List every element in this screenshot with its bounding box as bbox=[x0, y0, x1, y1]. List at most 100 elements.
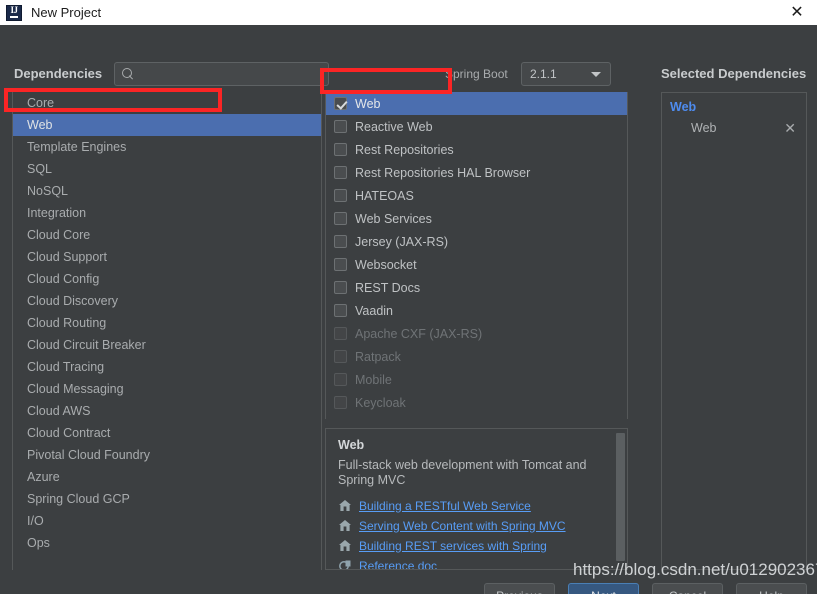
dialog-body: Dependencies Spring Boot 2.1.1 Selected … bbox=[0, 25, 817, 594]
selected-dependency-row: Web ✕ bbox=[662, 117, 806, 139]
dependency-item[interactable]: Websocket bbox=[326, 253, 627, 276]
dependency-item[interactable]: Rest Repositories bbox=[326, 138, 627, 161]
dependency-label: Keycloak bbox=[355, 395, 406, 410]
next-button[interactable]: Next bbox=[568, 583, 639, 594]
description-text: Full-stack web development with Tomcat a… bbox=[338, 458, 587, 487]
dependency-checkbox[interactable] bbox=[334, 143, 347, 156]
category-item[interactable]: Cloud Routing bbox=[13, 312, 321, 334]
dependency-label: Rest Repositories bbox=[355, 142, 454, 157]
dependency-label: HATEOAS bbox=[355, 188, 414, 203]
dependency-checkbox[interactable] bbox=[334, 189, 347, 202]
description-link-row: Serving Web Content with Spring MVC bbox=[338, 518, 615, 533]
help-button[interactable]: Help bbox=[736, 583, 807, 594]
dependency-item[interactable]: Web Services bbox=[326, 207, 627, 230]
category-item[interactable]: Cloud Contract bbox=[13, 422, 321, 444]
category-item[interactable]: Template Engines bbox=[13, 136, 321, 158]
dependency-label: Rest Repositories HAL Browser bbox=[355, 165, 531, 180]
dependency-label: Apache CXF (JAX-RS) bbox=[355, 326, 483, 341]
description-title: Web bbox=[338, 438, 365, 452]
category-item[interactable]: NoSQL bbox=[13, 180, 321, 202]
dependency-item: Keycloak bbox=[326, 391, 627, 414]
dependency-label: Jersey (JAX-RS) bbox=[355, 234, 449, 249]
category-item[interactable]: Cloud Messaging bbox=[13, 378, 321, 400]
dependency-label: Mobile bbox=[355, 372, 392, 387]
window-titlebar: New Project ✕ bbox=[0, 0, 817, 25]
guide-home-icon bbox=[338, 499, 352, 512]
category-item[interactable]: I/O bbox=[13, 510, 321, 532]
description-link[interactable]: Building REST services with Spring bbox=[359, 539, 547, 553]
category-item[interactable]: Integration bbox=[13, 202, 321, 224]
window-title: New Project bbox=[31, 5, 102, 20]
dependency-description-panel: Web Full-stack web development with Tomc… bbox=[325, 428, 628, 570]
dependency-list[interactable]: Web Reactive Web Rest Repositories Rest Rep… bbox=[325, 92, 628, 419]
new-project-dialog: New Project ✕ Dependencies Spring Boot 2… bbox=[0, 0, 817, 594]
description-scrollbar[interactable] bbox=[616, 433, 625, 561]
dependency-item: Apache CXF (JAX-RS) bbox=[326, 322, 627, 345]
category-item[interactable]: Cloud Support bbox=[13, 246, 321, 268]
dependency-checkbox bbox=[334, 373, 347, 386]
selected-dependencies-panel: Web Web ✕ bbox=[661, 92, 807, 570]
intellij-idea-icon bbox=[6, 4, 22, 21]
description-link[interactable]: Reference doc bbox=[359, 559, 437, 570]
category-item[interactable]: Azure bbox=[13, 466, 321, 488]
description-link[interactable]: Building a RESTful Web Service bbox=[359, 499, 531, 513]
dependency-item[interactable]: HATEOAS bbox=[326, 184, 627, 207]
dependency-item[interactable]: Vaadin bbox=[326, 299, 627, 322]
category-item[interactable]: Web bbox=[13, 114, 321, 136]
category-item[interactable]: Ops bbox=[13, 532, 321, 554]
dependency-checkbox[interactable] bbox=[334, 304, 347, 317]
category-item[interactable]: Cloud Circuit Breaker bbox=[13, 334, 321, 356]
description-link-row: Building REST services with Spring bbox=[338, 538, 615, 553]
guide-home-icon bbox=[338, 539, 352, 552]
category-item[interactable]: Cloud AWS bbox=[13, 400, 321, 422]
dependency-checkbox[interactable] bbox=[334, 212, 347, 225]
category-item[interactable]: Cloud Config bbox=[13, 268, 321, 290]
description-link[interactable]: Serving Web Content with Spring MVC bbox=[359, 519, 566, 533]
dependency-checkbox[interactable] bbox=[334, 235, 347, 248]
dependency-checkbox[interactable] bbox=[334, 166, 347, 179]
dependency-label: Vaadin bbox=[355, 303, 393, 318]
close-icon[interactable]: ✕ bbox=[787, 3, 807, 23]
panels-row: Core Web Template Engines SQL NoSQL Integrati… bbox=[0, 65, 817, 570]
dependency-label: Web bbox=[355, 96, 381, 111]
cancel-button[interactable]: Cancel bbox=[652, 583, 723, 594]
close-icon[interactable]: ✕ bbox=[784, 121, 796, 135]
dependency-item[interactable]: Rest Repositories HAL Browser bbox=[326, 161, 627, 184]
dependency-checkbox[interactable] bbox=[334, 258, 347, 271]
category-item[interactable]: Pivotal Cloud Foundry bbox=[13, 444, 321, 466]
guide-home-icon bbox=[338, 519, 352, 532]
dependency-checkbox bbox=[334, 350, 347, 363]
description-link-row: Building a RESTful Web Service bbox=[338, 498, 615, 513]
category-item[interactable]: SQL bbox=[13, 158, 321, 180]
dependency-item[interactable]: Reactive Web bbox=[326, 115, 627, 138]
dependency-checkbox bbox=[334, 396, 347, 409]
dependency-label: Reactive Web bbox=[355, 119, 433, 134]
dependency-label: Web Services bbox=[355, 211, 432, 226]
dependency-checkbox[interactable] bbox=[334, 281, 347, 294]
description-links: Building a RESTful Web Service Serving We… bbox=[338, 498, 615, 570]
dependency-label: Ratpack bbox=[355, 349, 401, 364]
category-item[interactable]: Cloud Discovery bbox=[13, 290, 321, 312]
category-list[interactable]: Core Web Template Engines SQL NoSQL Integrati… bbox=[12, 92, 322, 570]
category-item[interactable]: Core bbox=[13, 92, 321, 114]
description-link-row: Reference doc bbox=[338, 558, 615, 570]
dependency-checkbox[interactable] bbox=[334, 120, 347, 133]
dependency-label: Websocket bbox=[355, 257, 417, 272]
dependency-item[interactable]: Web bbox=[326, 92, 627, 115]
previous-button[interactable]: Previous bbox=[484, 583, 555, 594]
dependency-item: Mobile bbox=[326, 368, 627, 391]
dialog-toolbar bbox=[0, 25, 817, 65]
dependency-checkbox bbox=[334, 327, 347, 340]
selected-dependency-group-header: Web bbox=[670, 100, 697, 114]
dependency-item: Ratpack bbox=[326, 345, 627, 368]
dependency-label: REST Docs bbox=[355, 280, 421, 295]
category-item[interactable]: Cloud Tracing bbox=[13, 356, 321, 378]
dialog-footer: Previous Next Cancel Help bbox=[0, 570, 817, 594]
reference-doc-icon bbox=[338, 559, 352, 569]
category-item[interactable]: Cloud Core bbox=[13, 224, 321, 246]
category-item[interactable]: Spring Cloud GCP bbox=[13, 488, 321, 510]
selected-dependency-label: Web bbox=[691, 121, 717, 135]
dependency-checkbox[interactable] bbox=[334, 97, 347, 110]
dependency-item[interactable]: REST Docs bbox=[326, 276, 627, 299]
dependency-item[interactable]: Jersey (JAX-RS) bbox=[326, 230, 627, 253]
